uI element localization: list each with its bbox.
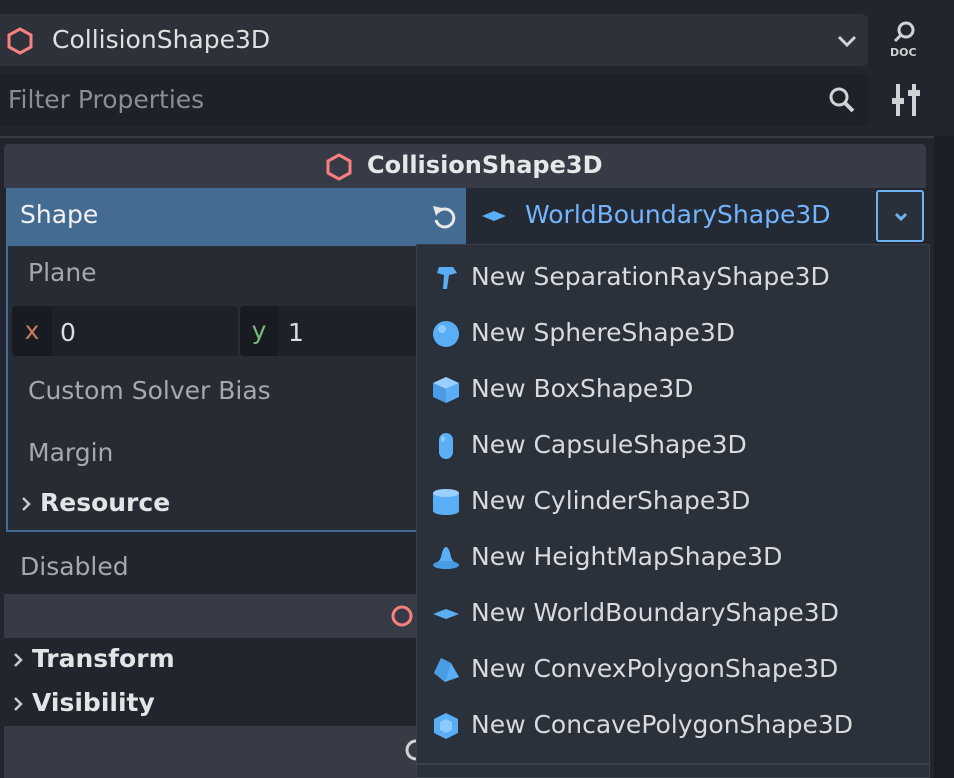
plane-label: Plane — [28, 258, 97, 287]
box-icon — [433, 377, 459, 403]
convex-polygon-icon — [434, 658, 459, 682]
disabled-label: Disabled — [20, 552, 129, 581]
visibility-label: Visibility — [32, 688, 155, 717]
collision-shape-icon — [326, 153, 352, 181]
shape-property-label[interactable]: Shape — [6, 188, 466, 246]
filter-placeholder: Filter Properties — [8, 85, 205, 114]
margin-label: Margin — [28, 438, 114, 467]
section-header: CollisionShape3D — [4, 144, 926, 188]
filter-properties-input[interactable]: Filter Properties — [0, 74, 868, 126]
menu-item-new-capsule-shape[interactable]: New CapsuleShape3D — [417, 417, 929, 473]
world-boundary-icon — [433, 609, 459, 619]
menu-item-label: New ConvexPolygonShape3D — [471, 654, 839, 683]
sphere-icon — [433, 321, 459, 347]
node-name: CollisionShape3D — [52, 25, 271, 54]
tools-icon[interactable] — [886, 80, 926, 120]
menu-item-label: New ConcavePolygonShape3D — [471, 710, 853, 739]
menu-item-new-separation-ray-shape[interactable]: New SeparationRayShape3D — [417, 249, 929, 305]
shape-value: WorldBoundaryShape3D — [525, 200, 831, 229]
menu-separator — [417, 763, 929, 765]
menu-item-label: New SeparationRayShape3D — [471, 262, 830, 291]
node3d-icon — [391, 605, 413, 627]
capsule-icon — [439, 433, 453, 459]
custom-solver-bias-label: Custom Solver Bias — [28, 376, 271, 405]
transform-section[interactable]: Transform — [10, 644, 410, 678]
visibility-section[interactable]: Visibility — [10, 688, 410, 722]
svg-text:DOC: DOC — [890, 46, 917, 59]
node-section-header — [4, 726, 427, 778]
section-title: CollisionShape3D — [367, 151, 603, 179]
concave-polygon-icon — [434, 713, 458, 739]
plane-y-value: 1 — [288, 318, 304, 347]
menu-item-label: New BoxShape3D — [471, 374, 694, 403]
cylinder-icon — [433, 489, 459, 515]
chevron-right-icon — [14, 697, 23, 711]
transform-label: Transform — [32, 644, 175, 673]
inspector-scrollbar[interactable] — [934, 136, 954, 778]
shape-resource-picker[interactable]: WorldBoundaryShape3D — [466, 188, 876, 246]
shape-dropdown-button[interactable] — [876, 190, 924, 242]
menu-item-new-convex-polygon-shape[interactable]: New ConvexPolygonShape3D — [417, 641, 929, 697]
world-boundary-icon — [482, 211, 506, 221]
menu-item-label: New CylinderShape3D — [471, 486, 751, 515]
menu-item-label: New CapsuleShape3D — [471, 430, 747, 459]
heightmap-icon — [433, 547, 459, 569]
plane-x-value: 0 — [60, 318, 76, 347]
menu-item-new-box-shape[interactable]: New BoxShape3D — [417, 361, 929, 417]
menu-item-label: New WorldBoundaryShape3D — [471, 598, 839, 627]
separation-ray-icon — [437, 267, 457, 289]
collision-shape-icon — [7, 27, 33, 55]
resource-label: Resource — [40, 488, 171, 517]
doc-icon[interactable]: DOC — [884, 18, 928, 62]
node-selector[interactable]: CollisionShape3D — [0, 14, 868, 66]
menu-item-new-sphere-shape[interactable]: New SphereShape3D — [417, 305, 929, 361]
shape-label: Shape — [20, 200, 99, 229]
menu-item-label: New SphereShape3D — [471, 318, 735, 347]
search-icon — [829, 87, 855, 113]
menu-item-new-heightmap-shape[interactable]: New HeightMapShape3D — [417, 529, 929, 585]
chevron-down-icon — [894, 212, 908, 222]
x-axis-label: x — [12, 306, 52, 356]
new-shape-menu: New SeparationRayShape3D New SphereShape… — [416, 244, 930, 778]
chevron-right-icon — [14, 653, 23, 667]
chevron-right-icon — [22, 497, 31, 511]
plane-y-field[interactable]: y 1 — [240, 306, 418, 356]
chevron-down-icon — [837, 35, 857, 48]
menu-item-label: New HeightMapShape3D — [471, 542, 783, 571]
menu-item-new-world-boundary-shape[interactable]: New WorldBoundaryShape3D — [417, 585, 929, 641]
resource-section[interactable]: Resource — [18, 488, 398, 520]
menu-item-new-cylinder-shape[interactable]: New CylinderShape3D — [417, 473, 929, 529]
menu-item-new-concave-polygon-shape[interactable]: New ConcavePolygonShape3D — [417, 697, 929, 753]
revert-icon[interactable] — [430, 202, 460, 232]
node3d-section-header — [4, 594, 418, 638]
plane-x-field[interactable]: x 0 — [12, 306, 238, 356]
y-axis-label: y — [240, 306, 278, 356]
